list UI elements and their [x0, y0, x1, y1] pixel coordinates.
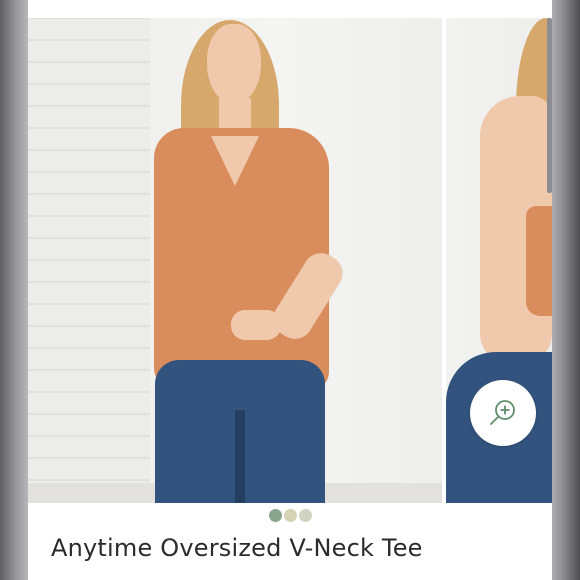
zoom-button[interactable] — [470, 380, 536, 446]
jeans-gap — [235, 410, 245, 503]
gallery-dot-2[interactable] — [284, 509, 297, 522]
left-edge-shadow — [0, 0, 28, 580]
product-main-image[interactable] — [28, 18, 442, 503]
model-face — [207, 24, 261, 104]
gallery-pagination — [269, 509, 312, 522]
model-hand — [231, 310, 281, 340]
zoom-in-icon — [490, 400, 515, 425]
product-title: Anytime Oversized V-Neck Tee — [51, 534, 423, 562]
product-card: Anytime Oversized V-Neck Tee — [28, 18, 552, 580]
gallery-dot-1[interactable] — [269, 509, 282, 522]
image-scroll-indicator[interactable] — [547, 18, 552, 193]
brick-wall — [28, 18, 150, 503]
second-model-sleeve — [526, 206, 552, 316]
top-strip — [28, 0, 552, 18]
right-edge-shadow — [552, 0, 580, 580]
gallery-dot-3[interactable] — [299, 509, 312, 522]
